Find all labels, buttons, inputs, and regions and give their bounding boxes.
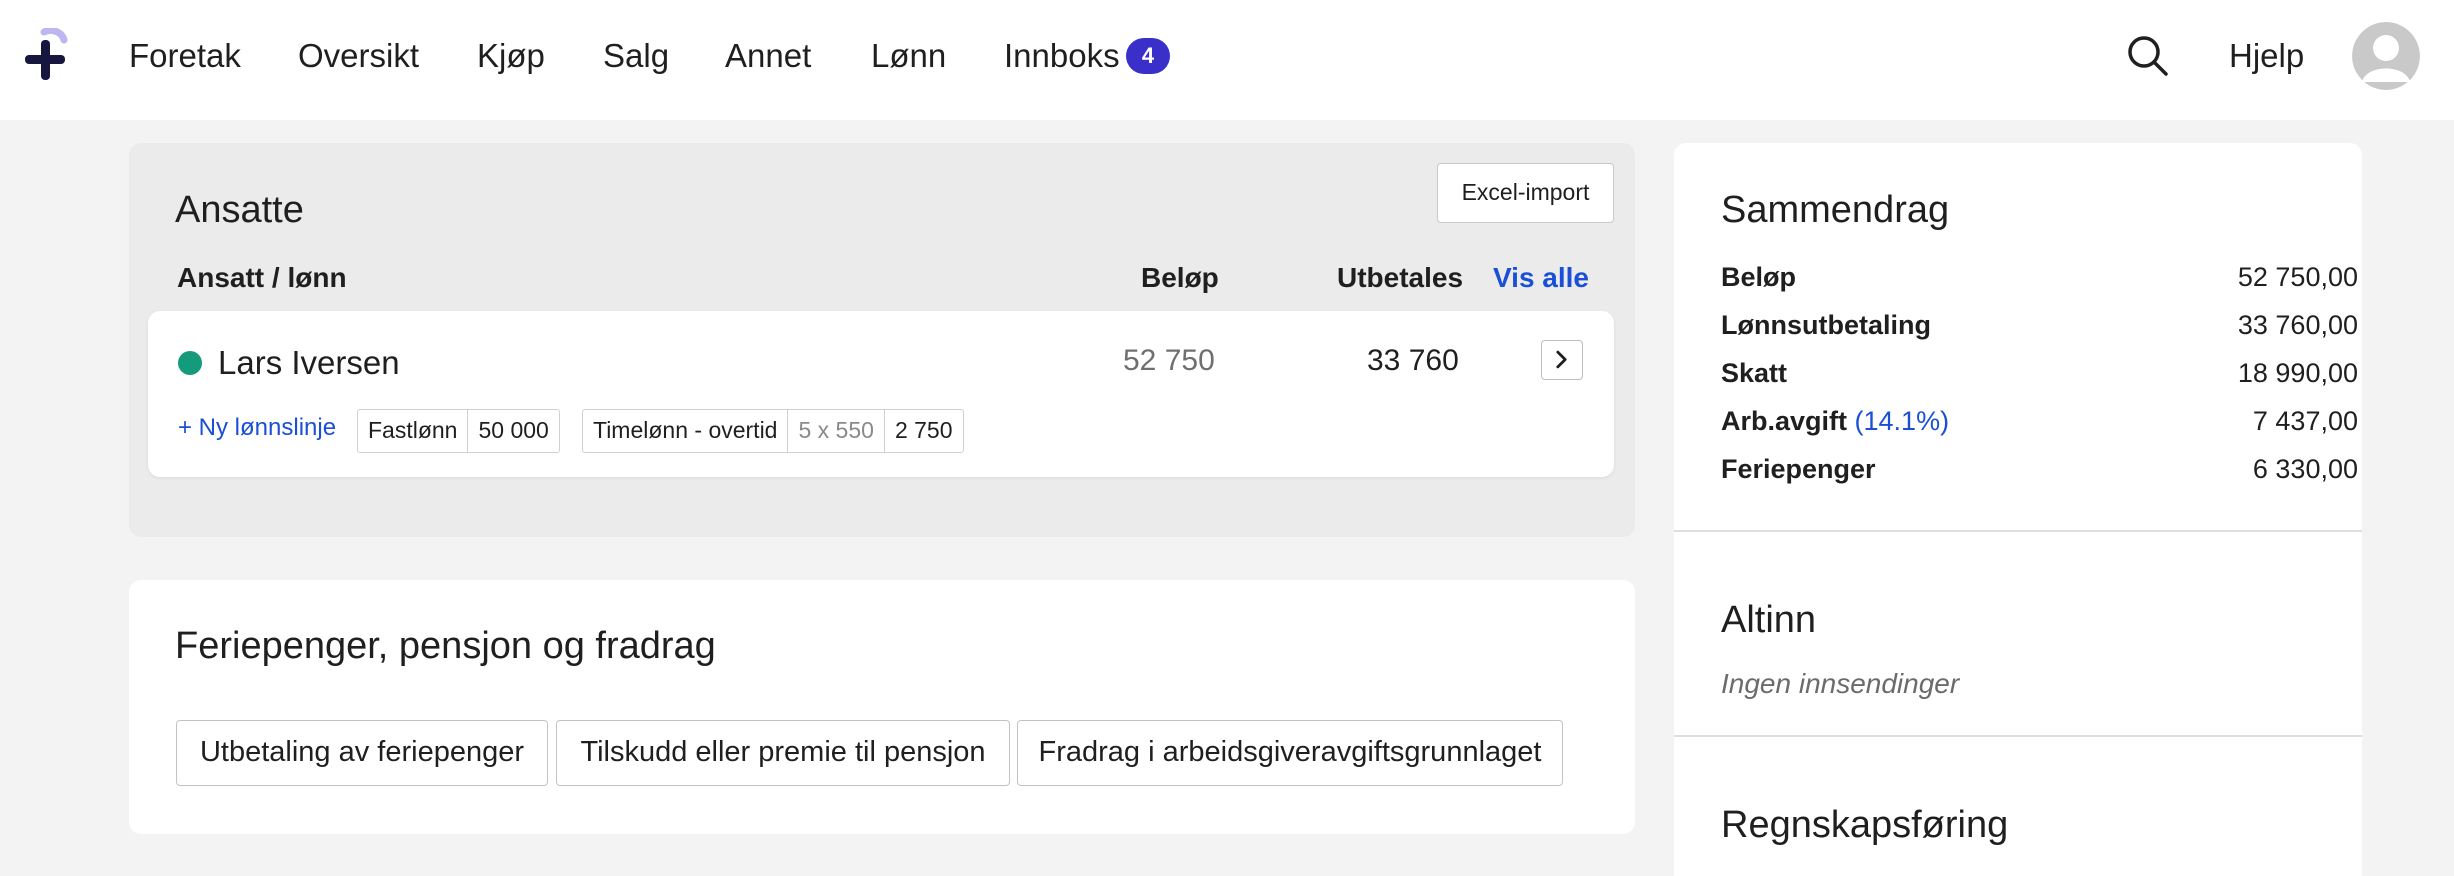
column-header-payout: Utbetales bbox=[1337, 262, 1464, 293]
pension-button[interactable]: Tilskudd eller premie til pensjon bbox=[556, 720, 1010, 786]
summary-label: Lønnsutbetaling bbox=[1721, 310, 1931, 340]
pay-line-fastlonn[interactable]: Fastlønn 50 000 bbox=[357, 409, 560, 453]
summary-value: 18 990,00 bbox=[2237, 358, 2358, 388]
column-header-amount: Beløp bbox=[1141, 262, 1219, 293]
accounting-title: Regnskapsføring bbox=[1721, 804, 2009, 846]
summary-value: 33 760,00 bbox=[2237, 310, 2358, 340]
summary-label: Skatt bbox=[1721, 358, 1788, 388]
search-icon[interactable] bbox=[2126, 34, 2170, 78]
chevron-right-icon bbox=[1556, 350, 1567, 369]
holiday-pay-button[interactable]: Utbetaling av feriepenger bbox=[176, 720, 548, 786]
column-header-employee: Ansatt / lønn bbox=[177, 262, 347, 293]
summary-label: Feriepenger bbox=[1721, 454, 1876, 484]
summary-value: 6 330,00 bbox=[2252, 454, 2358, 484]
help-link[interactable]: Hjelp bbox=[2229, 36, 2304, 76]
summary-sidebar bbox=[1674, 143, 2362, 876]
nav-kjop[interactable]: Kjøp bbox=[477, 36, 545, 76]
sidebar-divider bbox=[1674, 735, 2362, 737]
employer-tax-rate: (14.1%) bbox=[1854, 406, 1950, 436]
employee-amount: 52 750 bbox=[1123, 344, 1215, 377]
summary-label: Beløp bbox=[1721, 262, 1797, 292]
deduction-button[interactable]: Fradrag i arbeidsgiveravgiftsgrunnlaget bbox=[1017, 720, 1563, 786]
inbox-count-badge: 4 bbox=[1126, 38, 1170, 74]
employee-status-dot bbox=[178, 351, 202, 375]
nav-innboks[interactable]: Innboks bbox=[1004, 36, 1120, 76]
app-logo-icon[interactable] bbox=[22, 28, 68, 84]
nav-salg[interactable]: Salg bbox=[603, 36, 669, 76]
summary-value: 52 750,00 bbox=[2237, 262, 2358, 292]
avatar[interactable] bbox=[2352, 22, 2420, 90]
employees-title: Ansatte bbox=[175, 189, 304, 231]
excel-import-button[interactable]: Excel-import bbox=[1437, 163, 1614, 223]
employee-name[interactable]: Lars Iversen bbox=[218, 344, 400, 382]
show-all-link[interactable]: Vis alle bbox=[1493, 262, 1589, 294]
nav-lonn[interactable]: Lønn bbox=[871, 36, 946, 76]
pay-line-label: Timelønn - overtid bbox=[593, 417, 778, 443]
new-pay-line-link[interactable]: + Ny lønnslinje bbox=[178, 414, 336, 442]
nav-annet[interactable]: Annet bbox=[725, 36, 811, 76]
open-employee-button[interactable] bbox=[1541, 340, 1583, 380]
top-navigation: Foretak Oversikt Kjøp Salg Annet Lønn In… bbox=[0, 0, 2454, 120]
user-avatar-icon bbox=[2352, 22, 2420, 90]
pay-line-label: Fastlønn bbox=[368, 417, 458, 443]
pay-line-quantity: 5 x 550 bbox=[787, 410, 883, 452]
nav-foretak[interactable]: Foretak bbox=[129, 36, 241, 76]
pay-line-value: 50 000 bbox=[467, 410, 558, 452]
summary-value: 7 437,00 bbox=[2252, 406, 2358, 436]
summary-title: Sammendrag bbox=[1721, 189, 1950, 231]
pay-line-timelonn-overtid[interactable]: Timelønn - overtid 5 x 550 2 750 bbox=[582, 409, 964, 453]
pay-line-value: 2 750 bbox=[883, 410, 963, 452]
summary-label-employer-tax: Arb.avgift (14.1%) bbox=[1721, 406, 1949, 437]
holiday-pension-title: Feriepenger, pensjon og fradrag bbox=[175, 625, 716, 667]
sidebar-divider bbox=[1674, 530, 2362, 532]
summary-label: Arb.avgift bbox=[1721, 406, 1848, 436]
nav-oversikt[interactable]: Oversikt bbox=[298, 36, 419, 76]
holiday-pension-panel bbox=[129, 580, 1635, 834]
altinn-status: Ingen innsendinger bbox=[1721, 668, 1960, 699]
employee-payout: 33 760 bbox=[1367, 344, 1459, 377]
altinn-title: Altinn bbox=[1721, 599, 1817, 641]
